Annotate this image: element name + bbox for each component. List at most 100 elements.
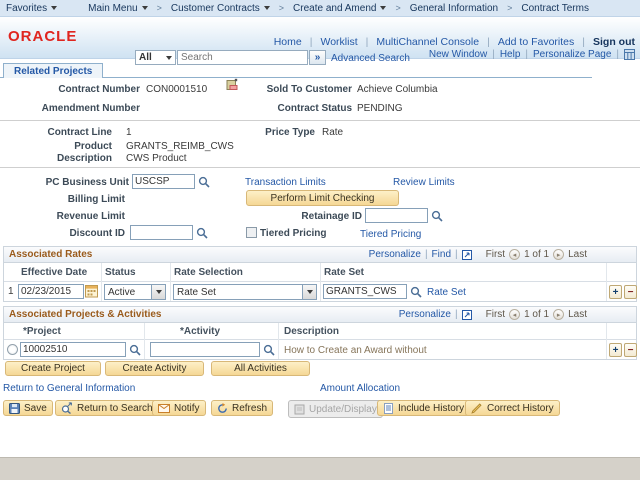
- rate-selection-select[interactable]: Rate Set: [173, 284, 317, 300]
- dropdown-button: [302, 285, 316, 299]
- next-row-icon[interactable]: ▸: [553, 249, 565, 260]
- breadcrumb-main-menu[interactable]: Main Menu: [88, 3, 148, 14]
- perform-limit-checking-button[interactable]: Perform Limit Checking: [246, 190, 399, 206]
- advanced-search-link[interactable]: Advanced Search: [331, 53, 410, 64]
- pc-business-unit-label: PC Business Unit: [45, 177, 129, 188]
- project-lookup-icon[interactable]: [129, 344, 142, 357]
- project-description: How to Create an Award without: [284, 345, 427, 356]
- product-label: Product: [74, 141, 112, 152]
- create-project-button[interactable]: Create Project: [5, 361, 101, 376]
- help-link[interactable]: Help: [500, 49, 521, 60]
- discount-id-lookup-icon[interactable]: [196, 227, 209, 240]
- last-label: Last: [568, 309, 587, 320]
- rate-set-lookup-icon[interactable]: [410, 286, 423, 299]
- transaction-limits-link[interactable]: Transaction Limits: [245, 177, 326, 188]
- status-select[interactable]: Active: [104, 284, 166, 300]
- home-link[interactable]: Home: [274, 36, 302, 48]
- separator: [455, 249, 458, 260]
- divider: [0, 167, 640, 168]
- breadcrumb-separator: >: [156, 3, 162, 13]
- return-to-general-information-link[interactable]: Return to General Information: [3, 383, 135, 394]
- add-row-button[interactable]: +: [609, 343, 622, 357]
- tiered-pricing-link[interactable]: Tiered Pricing: [360, 229, 421, 240]
- amount-allocation-link[interactable]: Amount Allocation: [320, 383, 400, 394]
- activity-lookup-icon[interactable]: [263, 344, 276, 357]
- calendar-icon[interactable]: [85, 284, 98, 298]
- correct-history-button[interactable]: Correct History: [465, 400, 560, 416]
- personalize-page-link[interactable]: Personalize Page: [533, 49, 611, 60]
- search-scope-select[interactable]: All: [135, 50, 176, 65]
- previous-row-icon[interactable]: ◂: [509, 309, 521, 320]
- next-row-icon[interactable]: ▸: [553, 309, 565, 320]
- description-value: CWS Product: [126, 153, 187, 164]
- worklist-link[interactable]: Worklist: [320, 36, 357, 48]
- separator: [616, 49, 619, 60]
- find-link[interactable]: Find: [432, 249, 451, 260]
- create-activity-button[interactable]: Create Activity: [105, 361, 204, 376]
- view-all-icon[interactable]: [461, 309, 472, 320]
- effective-date-input[interactable]: [18, 284, 84, 299]
- row-count: 1 of 1: [524, 309, 550, 320]
- search-input[interactable]: [177, 50, 308, 65]
- notify-button[interactable]: Notify: [152, 400, 206, 416]
- multichannel-console-link[interactable]: MultiChannel Console: [376, 36, 479, 48]
- retainage-id-lookup-icon[interactable]: [431, 210, 444, 223]
- billing-limit-label: Billing Limit: [67, 194, 125, 205]
- activity-input[interactable]: [150, 342, 260, 357]
- discount-id-input[interactable]: [130, 225, 193, 240]
- save-button[interactable]: Save: [3, 400, 53, 416]
- personalize-layout-icon[interactable]: [624, 49, 635, 60]
- pc-business-unit-lookup-icon[interactable]: [198, 176, 211, 189]
- search-go-button[interactable]: »: [309, 50, 326, 65]
- personalize-link[interactable]: Personalize: [369, 249, 421, 260]
- oracle-logo: ORACLE: [8, 28, 78, 45]
- breadcrumb-customer-contracts[interactable]: Customer Contracts: [171, 3, 270, 14]
- pc-business-unit-input[interactable]: [132, 174, 195, 189]
- return-to-search-button[interactable]: Return to Search: [55, 400, 159, 416]
- col-rate-selection: Rate Selection: [174, 267, 243, 278]
- grid-controls: Personalize Find First ◂ 1 of 1 ▸ Last: [369, 249, 631, 260]
- breadcrumb-create-and-amend[interactable]: Create and Amend: [293, 3, 387, 14]
- delete-row-button[interactable]: −: [624, 343, 637, 357]
- breadcrumb-label: Favorites: [6, 2, 48, 14]
- breadcrumb-general-information[interactable]: General Information: [410, 3, 498, 14]
- associated-projects-section: Associated Projects & Activities Persona…: [3, 306, 637, 360]
- include-history-icon: [383, 402, 394, 414]
- breadcrumb-favorites[interactable]: Favorites: [6, 2, 58, 14]
- discount-id-label: Discount ID: [69, 228, 125, 239]
- add-row-button[interactable]: +: [609, 285, 622, 299]
- separator: [492, 49, 495, 60]
- delete-row-button[interactable]: −: [624, 285, 637, 299]
- refresh-button[interactable]: Refresh: [211, 400, 274, 416]
- contract-number-label: Contract Number: [58, 84, 140, 95]
- dropdown-arrow-icon: [306, 290, 313, 294]
- project-row-radio[interactable]: [7, 344, 18, 355]
- project-input[interactable]: [20, 342, 126, 357]
- col-effective-date: Effective Date: [21, 267, 88, 278]
- contract-status-value: PENDING: [357, 103, 403, 114]
- personalize-link[interactable]: Personalize: [399, 309, 451, 320]
- rate-set-link[interactable]: Rate Set: [427, 287, 466, 298]
- review-limits-link[interactable]: Review Limits: [393, 177, 455, 188]
- sign-out-link[interactable]: Sign out: [593, 36, 635, 48]
- all-activities-button[interactable]: All Activities: [211, 361, 310, 376]
- dropdown-arrow-icon: [380, 6, 387, 10]
- col-status: Status: [105, 267, 136, 278]
- separator: [455, 309, 458, 320]
- breadcrumb: Favorites Main Menu > Customer Contracts…: [0, 0, 640, 17]
- breadcrumb-contract-terms[interactable]: Contract Terms: [521, 3, 589, 14]
- tiered-pricing-label: Tiered Pricing: [260, 228, 327, 239]
- view-all-icon[interactable]: [461, 249, 472, 260]
- tab-related-projects[interactable]: Related Projects: [3, 63, 104, 78]
- include-history-button[interactable]: Include History: [377, 400, 471, 416]
- add-to-favorites-link[interactable]: Add to Favorites: [498, 36, 574, 48]
- section-title: Associated Rates: [9, 249, 93, 260]
- correct-history-icon: [471, 402, 483, 414]
- retainage-id-input[interactable]: [365, 208, 428, 223]
- rate-set-input[interactable]: [323, 284, 407, 299]
- tiered-pricing-checkbox[interactable]: [246, 227, 257, 238]
- new-window-link[interactable]: New Window: [429, 49, 487, 60]
- breadcrumb-label: Customer Contracts: [170, 2, 260, 14]
- previous-row-icon[interactable]: ◂: [509, 249, 521, 260]
- grid-line: [101, 263, 102, 301]
